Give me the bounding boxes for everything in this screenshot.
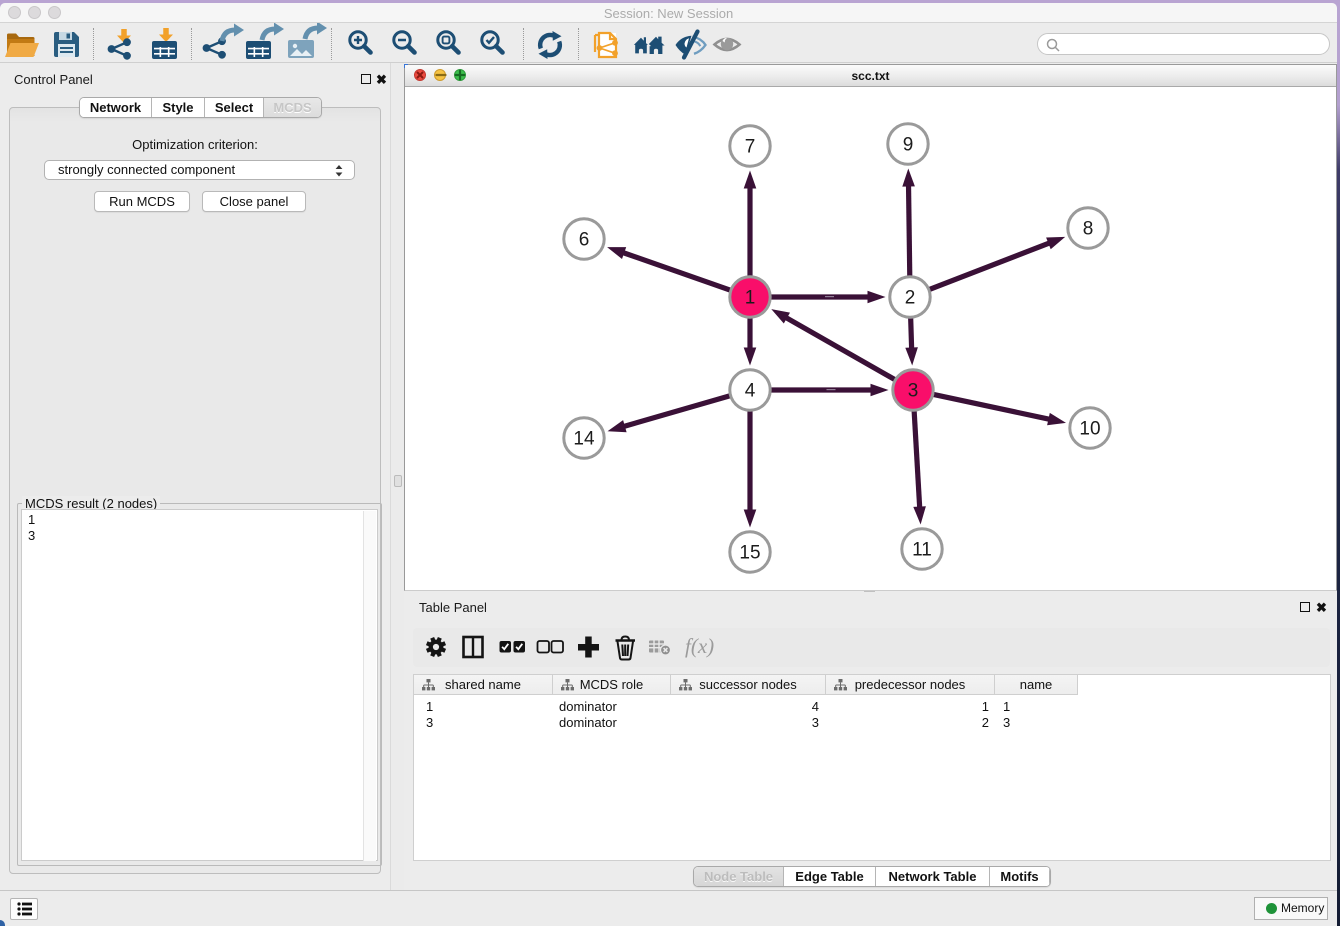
svg-text:6: 6 (579, 230, 590, 251)
svg-text:14: 14 (573, 429, 595, 450)
svg-text:3: 3 (908, 381, 919, 402)
svg-text:7: 7 (745, 137, 756, 158)
svg-text:10: 10 (1079, 419, 1100, 440)
svg-text:1: 1 (745, 288, 756, 309)
svg-text:4: 4 (745, 381, 756, 402)
svg-text:2: 2 (905, 288, 916, 309)
svg-text:11: 11 (912, 540, 932, 561)
svg-text:15: 15 (739, 543, 760, 564)
svg-text:9: 9 (903, 135, 914, 156)
svg-text:8: 8 (1083, 219, 1094, 240)
